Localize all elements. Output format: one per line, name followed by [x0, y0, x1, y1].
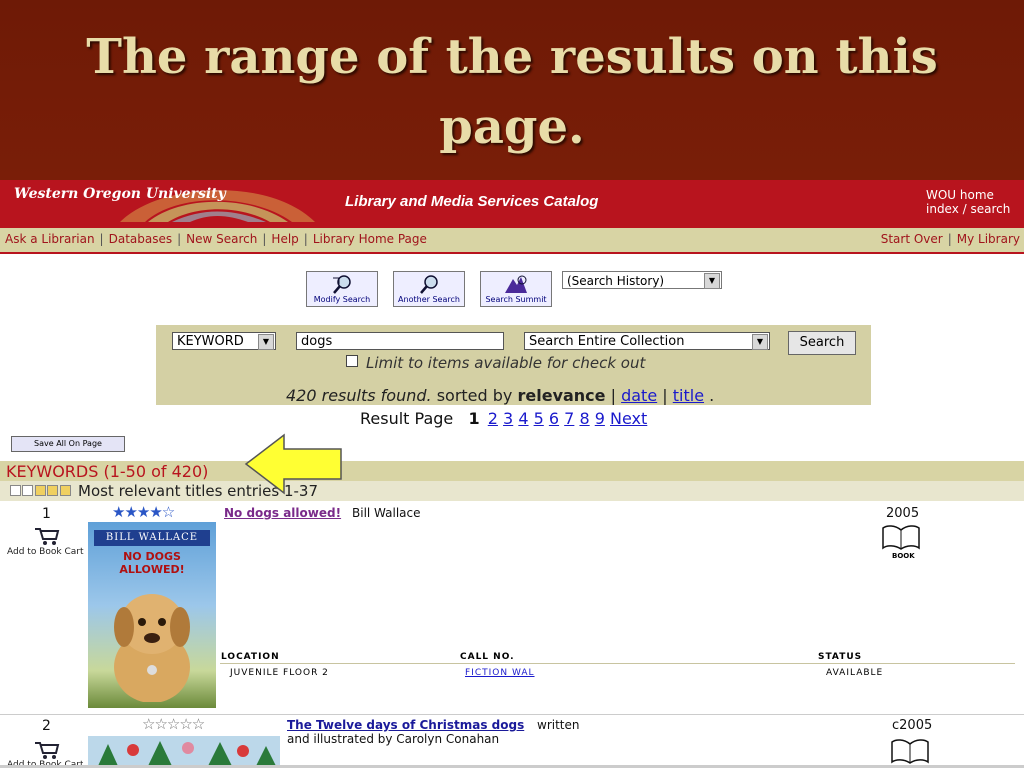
result-pagination: Result Page 1 2 3 4 5 6 7 8 9 Next: [360, 409, 647, 428]
sort-line: 420 results found. sorted by relevance |…: [286, 386, 715, 405]
format-book-label: BOOK: [892, 552, 915, 560]
result-1-status: AVAILABLE: [826, 668, 884, 678]
another-search-label: Another Search: [398, 295, 460, 304]
cover-author: BILL WALLACE: [94, 530, 210, 546]
puppy-illustration: [114, 594, 190, 702]
index-search-link[interactable]: index / search: [926, 202, 1010, 216]
nav-ask-librarian[interactable]: Ask a Librarian: [5, 232, 95, 246]
book-icon: [882, 525, 920, 550]
result-2-year: c2005: [892, 718, 933, 733]
column-divider: [220, 663, 1015, 664]
cart-icon[interactable]: [34, 526, 60, 546]
page-link-8[interactable]: 8: [579, 409, 589, 428]
christmas-dogs-illustration: [98, 741, 276, 766]
chevron-down-icon: ▼: [752, 334, 768, 350]
search-summit-button[interactable]: Search Summit: [480, 271, 552, 307]
chevron-down-icon: ▼: [704, 273, 720, 289]
search-panel: KEYWORD ▼ dogs Search Entire Collection …: [156, 325, 871, 405]
nav-library-home[interactable]: Library Home Page: [313, 232, 427, 246]
catalog-title: Library and Media Services Catalog: [345, 193, 599, 210]
relevance-square-3: [35, 485, 46, 496]
slide-title: The range of the results on this page.: [86, 29, 938, 155]
add-to-cart-1[interactable]: Add to Book Cart: [7, 547, 83, 557]
rating-stars-2: ☆☆☆☆☆: [142, 715, 205, 733]
search-query-value: dogs: [301, 334, 333, 349]
sorted-by-label: sorted by: [436, 386, 513, 405]
magnifier-icon: [420, 275, 438, 294]
nav-help[interactable]: Help: [271, 232, 298, 246]
relevance-square-2: [22, 485, 33, 496]
nav-start-over[interactable]: Start Over: [881, 232, 943, 246]
limit-label: Limit to items available for check out: [366, 354, 646, 372]
page-link-7[interactable]: 7: [564, 409, 574, 428]
nav-databases[interactable]: Databases: [109, 232, 173, 246]
save-all-button[interactable]: Save All On Page: [11, 436, 125, 452]
nav-left: Ask a Librarian | Databases | New Search | Hel…: [5, 232, 427, 246]
result-1-number: 1: [42, 506, 51, 522]
page-next-link[interactable]: Next: [610, 409, 647, 428]
nav-right: Start Over | My Library: [880, 232, 1020, 246]
nav-bar: Ask a Librarian | Databases | New Search | Hel…: [0, 228, 1024, 254]
search-summit-label: Search Summit: [485, 295, 547, 304]
modify-search-button[interactable]: Modify Search: [306, 271, 378, 307]
result-1-title-link[interactable]: No dogs allowed!: [224, 506, 341, 520]
col-callno: CALL NO.: [460, 652, 515, 662]
result-page-label: Result Page: [360, 409, 454, 428]
page-link-2[interactable]: 2: [488, 409, 498, 428]
nav-new-search[interactable]: New Search: [186, 232, 257, 246]
rating-stars-1: ★★★★☆: [112, 503, 175, 521]
search-type-select[interactable]: KEYWORD ▼: [172, 332, 276, 350]
cart-icon[interactable]: [34, 740, 60, 760]
wou-home-link[interactable]: WOU home: [926, 188, 994, 202]
search-type-value: KEYWORD: [177, 334, 244, 349]
result-2-author: written and illustrated by Carolyn Conah…: [287, 718, 580, 746]
result-2-number: 2: [42, 718, 51, 734]
sort-relevance: relevance: [517, 386, 606, 405]
relevance-square-1: [10, 485, 21, 496]
result-1-callno-link[interactable]: FICTION WAL: [465, 668, 535, 678]
result-1-author: Bill Wallace: [352, 506, 421, 520]
search-history-value: (Search History): [567, 274, 665, 288]
page-current: 1: [468, 409, 480, 428]
sort-date-link[interactable]: date: [621, 386, 657, 405]
search-scope-select[interactable]: Search Entire Collection ▼: [524, 332, 770, 350]
result-1-year: 2005: [886, 506, 920, 521]
another-search-button[interactable]: Another Search: [393, 271, 465, 307]
modify-search-icon: [333, 275, 351, 294]
book-icon: [891, 739, 929, 764]
keywords-range: KEYWORDS (1-50 of 420): [6, 462, 209, 481]
sort-title-link[interactable]: title: [673, 386, 704, 405]
search-history-select[interactable]: (Search History) ▼: [562, 271, 722, 289]
search-button[interactable]: Search: [788, 331, 856, 355]
page-link-4[interactable]: 4: [518, 409, 528, 428]
result-1-location: JUVENILE FLOOR 2: [230, 668, 329, 678]
book-cover-1: BILL WALLACE NO DOGS ALLOWED!: [88, 522, 216, 708]
nav-my-library[interactable]: My Library: [957, 232, 1020, 246]
limit-checkbox[interactable]: [346, 355, 358, 367]
relevance-square-4: [47, 485, 58, 496]
col-location: LOCATION: [221, 652, 280, 662]
university-name: Western Oregon University: [14, 186, 226, 202]
page-link-9[interactable]: 9: [595, 409, 605, 428]
search-scope-value: Search Entire Collection: [529, 334, 685, 349]
search-input[interactable]: dogs: [296, 332, 504, 350]
summit-mountain-icon: [505, 275, 527, 293]
limit-available: Limit to items available for check out: [346, 354, 645, 372]
modify-search-label: Modify Search: [313, 295, 371, 304]
results-found: 420 results found.: [286, 386, 432, 405]
col-status: STATUS: [818, 652, 863, 662]
book-cover-2: [88, 736, 280, 766]
arrow-left-icon: [244, 433, 342, 495]
relevance-square-5: [60, 485, 71, 496]
page-link-3[interactable]: 3: [503, 409, 513, 428]
page-link-6[interactable]: 6: [549, 409, 559, 428]
page-link-5[interactable]: 5: [534, 409, 544, 428]
chevron-down-icon: ▼: [258, 334, 274, 350]
